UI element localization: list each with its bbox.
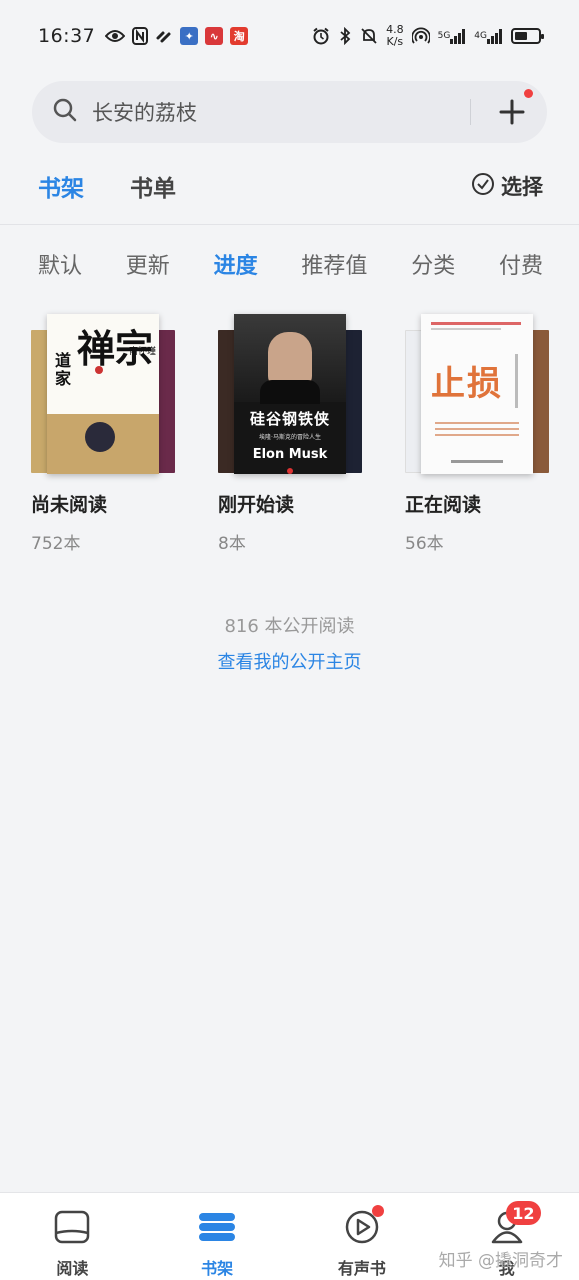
sort-category[interactable]: 分类 — [411, 248, 455, 280]
book-open-icon — [54, 1209, 90, 1249]
nav-bookshelf[interactable]: 书架 — [145, 1193, 290, 1280]
book-cover: 禅宗 道家 南怀瑾 — [47, 314, 159, 474]
hotspot-icon — [411, 26, 430, 46]
add-button[interactable] — [497, 89, 533, 127]
shelf-count: 752本 — [31, 534, 81, 554]
book-cover: 止损 — [421, 314, 533, 474]
sort-tabs: 默认 更新 进度 推荐值 分类 付费 — [38, 246, 543, 282]
status-bar: 16:37 ✦ ∿ 淘 4.8 K/s 5G 4G — [0, 0, 579, 72]
sort-progress[interactable]: 进度 — [214, 248, 258, 280]
sort-paid[interactable]: 付费 — [499, 248, 543, 280]
status-right-icons: 4.8 K/s 5G 4G — [312, 23, 544, 48]
flash-app-icon: ∿ — [205, 26, 224, 46]
shelf-name: 刚开始读 — [218, 494, 295, 516]
top-tabs: 书架 书单 选择 — [38, 166, 543, 206]
status-left-icons: ✦ ∿ 淘 — [105, 26, 249, 46]
nav-label: 有声书 — [337, 1259, 386, 1278]
tab-bookshelf[interactable]: 书架 — [38, 169, 84, 203]
shelf-name: 尚未阅读 — [31, 494, 108, 516]
check-circle-icon — [471, 172, 495, 201]
search-divider — [470, 99, 471, 125]
search-input[interactable]: 长安的荔枝 — [92, 97, 470, 127]
search-bar[interactable]: 长安的荔枝 — [32, 81, 547, 143]
shelf-count: 56本 — [405, 534, 444, 554]
book-stack: 硅谷钢铁侠 埃隆·马斯克的冒险人生 Elon Musk — [218, 312, 363, 474]
divider — [0, 224, 579, 225]
mute-icon — [360, 26, 378, 46]
bookshelf-icon — [197, 1209, 237, 1249]
watermark: 知乎 @撬洞奇才 — [438, 1251, 563, 1271]
select-label: 选择 — [501, 175, 543, 199]
select-button[interactable]: 选择 — [471, 171, 543, 201]
nfc-icon — [132, 26, 149, 46]
nav-label: 书架 — [201, 1259, 234, 1278]
bluetooth-icon — [338, 26, 352, 46]
signal-sim1-icon: 5G — [438, 26, 467, 46]
book-stack: 禅宗 道家 南怀瑾 — [31, 312, 176, 474]
nav-audiobook[interactable]: 有声书 — [290, 1193, 435, 1280]
nav-label: 阅读 — [56, 1259, 89, 1278]
eye-icon — [105, 26, 126, 46]
status-time: 16:37 — [38, 25, 96, 47]
link-icon — [155, 26, 173, 46]
alarm-icon — [312, 26, 330, 46]
nav-read[interactable]: 阅读 — [0, 1193, 145, 1280]
blue-app-icon: ✦ — [180, 26, 199, 46]
plus-icon — [497, 99, 527, 131]
notification-dot — [371, 1205, 384, 1217]
tab-booklist[interactable]: 书单 — [130, 169, 176, 203]
public-read-count: 816 本公开阅读 — [224, 616, 355, 637]
shelf-card-started[interactable]: 硅谷钢铁侠 埃隆·马斯克的冒险人生 Elon Musk 刚开始读 8本 — [218, 312, 368, 554]
sort-default[interactable]: 默认 — [38, 248, 82, 280]
shelf-name: 正在阅读 — [405, 494, 482, 516]
search-icon — [52, 97, 78, 127]
book-stack: 止损 — [405, 312, 550, 474]
notification-badge: 12 — [506, 1201, 541, 1225]
shelf-card-unread[interactable]: 禅宗 道家 南怀瑾 尚未阅读 752本 — [31, 312, 181, 554]
public-profile-link[interactable]: 查看我的公开主页 — [0, 648, 579, 674]
net-speed: 4.8 K/s — [386, 23, 404, 48]
battery-icon — [511, 28, 544, 44]
sort-updated[interactable]: 更新 — [126, 248, 170, 280]
book-cover: 硅谷钢铁侠 埃隆·马斯克的冒险人生 Elon Musk — [234, 314, 346, 474]
shelf-count: 8本 — [218, 534, 246, 554]
notification-dot — [524, 89, 533, 98]
signal-sim2-icon: 4G — [474, 26, 503, 46]
sort-recommend[interactable]: 推荐值 — [301, 248, 367, 280]
taobao-app-icon: 淘 — [230, 26, 249, 46]
shelf-card-reading[interactable]: 止损 正在阅读 56本 — [405, 312, 555, 554]
